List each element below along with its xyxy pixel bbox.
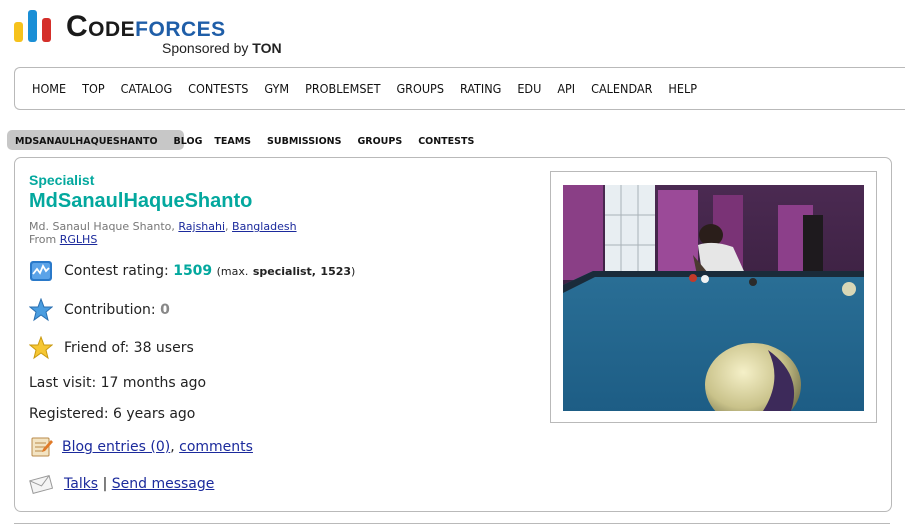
user-meta: Md. Sanaul Haque Shanto, Rajshahi, Bangl… [29, 220, 297, 246]
rating-chart-icon[interactable] [29, 259, 53, 283]
user-full-name: Md. Sanaul Haque Shanto [29, 220, 172, 233]
logo-text: Codeforces [66, 12, 226, 42]
nav-home[interactable]: HOME [32, 81, 66, 96]
tab-groups[interactable]: GROUPS [357, 136, 402, 147]
nav-calendar[interactable]: CALENDAR [591, 81, 652, 96]
nav-catalog[interactable]: CATALOG [121, 81, 173, 96]
blog-icon [31, 437, 53, 457]
friend-count: Friend of: 38 users [64, 340, 194, 356]
rating-label: Contest rating: [64, 263, 169, 279]
organization-link[interactable]: RGLHS [60, 233, 98, 246]
avatar-photo [563, 185, 864, 411]
logo-bars-icon [14, 8, 54, 42]
bottom-divider [14, 523, 890, 524]
nav-edu[interactable]: EDU [517, 81, 541, 96]
tab-submissions[interactable]: SUBMISSIONS [267, 136, 341, 147]
last-visit: Last visit: 17 months ago [29, 375, 207, 391]
user-handle[interactable]: MdSanaulHaqueShanto [29, 190, 252, 213]
talks-link[interactable]: Talks [64, 476, 98, 492]
logo-text-code: Code [66, 10, 136, 43]
max-rating: 1523 [320, 264, 352, 278]
nav-gym[interactable]: GYM [264, 81, 289, 96]
friend-row: Friend of: 38 users [29, 336, 194, 360]
send-message-link[interactable]: Send message [112, 476, 215, 492]
max-prefix: (max. [216, 264, 249, 278]
codeforces-logo[interactable]: Codeforces Sponsored by TON [14, 8, 314, 58]
sponsor-name: TON [252, 40, 282, 56]
nav-help[interactable]: HELP [668, 81, 697, 96]
rating-row: Contest rating: 1509 (max. specialist, 1… [29, 259, 355, 283]
rating-value: 1509 [173, 263, 213, 279]
from-label: From [29, 233, 57, 246]
star-gold-icon [29, 336, 53, 360]
nav-top[interactable]: TOP [82, 81, 105, 96]
blog-row: Blog entries (0), comments [29, 435, 253, 459]
country-link[interactable]: Bangladesh [232, 220, 297, 233]
max-suffix: ) [351, 264, 356, 278]
registered: Registered: 6 years ago [29, 406, 196, 422]
sponsor-prefix: Sponsored by [162, 40, 253, 56]
avatar-frame [550, 171, 877, 423]
envelope-icon [29, 475, 53, 494]
nav-api[interactable]: API [557, 81, 575, 96]
avatar [563, 185, 864, 411]
logo-text-forces: forces [135, 10, 226, 43]
tab-profile[interactable]: MDSANAULHAQUESHANTO [15, 136, 158, 147]
tab-contests[interactable]: CONTESTS [418, 136, 474, 147]
sponsor-line: Sponsored by TON [162, 40, 282, 56]
tab-blog[interactable]: BLOG [174, 136, 203, 147]
contribution-value: 0 [160, 302, 170, 318]
user-rank: Specialist [29, 172, 95, 188]
nav-problemset[interactable]: PROBLEMSET [305, 81, 380, 96]
city-link[interactable]: Rajshahi [178, 220, 225, 233]
nav-contests[interactable]: CONTESTS [188, 81, 248, 96]
star-blue-icon [29, 298, 53, 322]
profile-sub-nav: MDSANAULHAQUESHANTO BLOG TEAMS SUBMISSIO… [7, 130, 490, 151]
tab-teams[interactable]: TEAMS [214, 136, 251, 147]
contribution-row: Contribution: 0 [29, 298, 170, 322]
nav-groups[interactable]: GROUPS [396, 81, 444, 96]
blog-entries-link[interactable]: Blog entries (0) [62, 439, 170, 455]
talks-row: Talks | Send message [29, 472, 214, 496]
main-nav: HOME TOP CATALOG CONTESTS GYM PROBLEMSET… [14, 67, 905, 110]
contribution-label: Contribution: [64, 302, 156, 318]
max-rank: specialist, [252, 264, 316, 278]
profile-box: Specialist MdSanaulHaqueShanto Md. Sanau… [14, 157, 892, 512]
nav-rating[interactable]: RATING [460, 81, 501, 96]
comments-link[interactable]: comments [179, 439, 253, 455]
separator: | [102, 476, 108, 492]
